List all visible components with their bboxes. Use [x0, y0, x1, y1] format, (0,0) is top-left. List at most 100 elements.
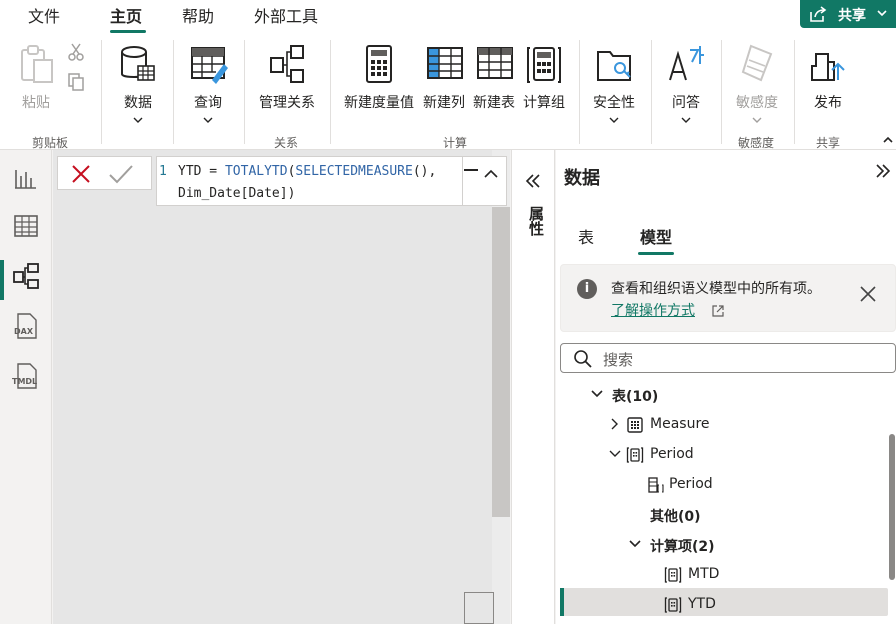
tree-node-ytd[interactable]: YTD	[662, 592, 862, 618]
calculated-column-icon	[646, 476, 664, 498]
query-button[interactable]: 查询	[186, 42, 230, 127]
canvas-scrollbar-thumb[interactable]	[492, 207, 510, 517]
report-view-icon[interactable]	[10, 162, 42, 194]
sensitivity-button[interactable]: 敏感度	[730, 42, 784, 127]
search-input[interactable]: 搜索	[560, 343, 896, 373]
chevron-down-icon	[730, 116, 784, 127]
share-button[interactable]: 共享	[800, 0, 896, 28]
info-banner: i 查看和组织语义模型中的所有项。 了解操作方式	[560, 264, 896, 332]
paste-button[interactable]: 粘贴	[14, 42, 58, 112]
table-view-icon[interactable]	[10, 210, 42, 242]
tab-model-underline	[638, 252, 674, 255]
security-button[interactable]: 安全性	[590, 42, 638, 127]
menu-file[interactable]: 文件	[28, 3, 60, 27]
model-canvas[interactable]	[53, 150, 510, 624]
relationships-icon	[270, 45, 304, 83]
tree-node-label: Measure	[650, 416, 710, 432]
tmdl-view-icon[interactable]: TMDL	[10, 360, 42, 392]
new-table-label: 新建表	[473, 95, 515, 111]
security-icon	[597, 51, 631, 81]
tree-node-other[interactable]: 其他(0)	[648, 502, 848, 528]
formula-scroll-handle[interactable]	[464, 169, 478, 171]
ribbon-divider	[244, 40, 245, 144]
ribbon-divider	[173, 40, 174, 144]
formula-token: Dim_Date	[178, 186, 241, 201]
menu-help[interactable]: 帮助	[182, 3, 214, 27]
close-icon[interactable]	[859, 285, 877, 308]
chevron-down-icon[interactable]	[590, 387, 604, 405]
data-label: 数据	[124, 95, 152, 111]
ribbon-divider	[794, 40, 795, 144]
chevron-down-icon	[186, 116, 230, 127]
ribbon: 粘贴 剪贴板 数据 查询 管理关系 关系 新建度量值 新建列 新建表 计算组 计…	[0, 34, 896, 150]
chevron-down-icon	[590, 116, 638, 127]
collapse-data-pane-icon[interactable]	[874, 162, 892, 185]
commit-formula-icon[interactable]	[108, 163, 134, 189]
share-icon	[808, 4, 828, 28]
tab-model[interactable]: 模型	[640, 224, 672, 248]
sensitivity-label: 敏感度	[736, 95, 778, 111]
formula-token: YTD	[178, 164, 202, 179]
menu-external-tools[interactable]: 外部工具	[254, 3, 318, 27]
tree-node-label: Period	[669, 476, 713, 492]
data-pane-title: 数据	[564, 168, 600, 189]
search-icon	[573, 349, 593, 373]
properties-title[interactable]: 属性	[526, 206, 547, 236]
tree-node-mtd[interactable]: MTD	[662, 562, 862, 588]
formula-token: (),	[412, 164, 437, 179]
cut-icon[interactable]	[66, 42, 86, 66]
publish-button[interactable]: 发布	[806, 42, 850, 112]
calculation-item-icon	[664, 596, 682, 618]
copy-icon[interactable]	[66, 72, 86, 96]
collapse-formula-icon[interactable]	[483, 165, 499, 184]
tab-tables[interactable]: 表	[578, 224, 594, 248]
database-icon	[121, 46, 155, 81]
manage-relationships-button[interactable]: 管理关系	[252, 42, 322, 112]
chevron-down-icon[interactable]	[608, 447, 622, 465]
new-column-icon	[427, 47, 463, 79]
new-table-button[interactable]: 新建表	[470, 42, 518, 112]
new-column-button[interactable]: 新建列	[420, 42, 468, 112]
tree-selection-indicator	[560, 588, 564, 616]
group-label-clipboard: 剪贴板	[32, 136, 69, 150]
tree-node-calculation-items[interactable]: 计算项(2)	[626, 532, 826, 558]
expand-properties-icon[interactable]	[524, 172, 542, 194]
tree-node-measure[interactable]: Measure	[606, 412, 806, 438]
formula-token: Date	[248, 186, 280, 201]
tree-node-label: 表(10)	[612, 389, 659, 405]
tree-node-tables[interactable]: 表(10)	[586, 382, 786, 408]
formula-editor[interactable]: 1 YTD = TOTALYTD(SELECTEDMEASURE(), Dim_…	[156, 156, 507, 206]
menu-home[interactable]: 主页	[110, 3, 142, 27]
publish-icon	[811, 53, 845, 81]
new-measure-button[interactable]: 新建度量值	[340, 42, 418, 112]
formula-line-number: 1	[159, 164, 167, 179]
data-pane-scrollbar-thumb[interactable]	[889, 434, 895, 580]
svg-text:DAX: DAX	[14, 327, 34, 336]
tree-node-period[interactable]: Period	[606, 442, 806, 468]
chevron-right-icon[interactable]	[608, 417, 622, 435]
tree-node-period-column[interactable]: Period	[644, 472, 844, 498]
formula-token: ])	[279, 186, 296, 201]
chevron-down-icon[interactable]	[628, 537, 642, 555]
group-label-calculations: 计算	[443, 136, 468, 150]
calculator-icon	[366, 45, 392, 83]
dax-query-view-icon[interactable]: DAX	[10, 310, 42, 342]
formula-controls	[462, 157, 506, 205]
collapse-ribbon-icon[interactable]	[882, 130, 894, 149]
qa-button[interactable]: 问答	[662, 42, 710, 127]
data-button[interactable]: 数据	[116, 42, 160, 127]
ribbon-divider	[101, 40, 102, 144]
model-view-icon[interactable]	[10, 260, 42, 292]
properties-pane-collapsed: 属性	[511, 150, 555, 624]
calculation-group-button[interactable]: 计算组	[520, 42, 568, 112]
share-label: 共享	[838, 8, 866, 24]
learn-how-link[interactable]: 了解操作方式	[611, 300, 695, 320]
chevron-down-icon	[662, 116, 710, 127]
cancel-formula-icon[interactable]	[70, 163, 92, 189]
calculation-group-icon	[527, 47, 561, 83]
calculation-group-label: 计算组	[523, 95, 565, 111]
canvas-minimap[interactable]	[464, 592, 494, 624]
calculation-group-icon	[626, 446, 644, 468]
manage-relationships-label: 管理关系	[259, 95, 315, 111]
qa-label: 问答	[672, 95, 700, 111]
